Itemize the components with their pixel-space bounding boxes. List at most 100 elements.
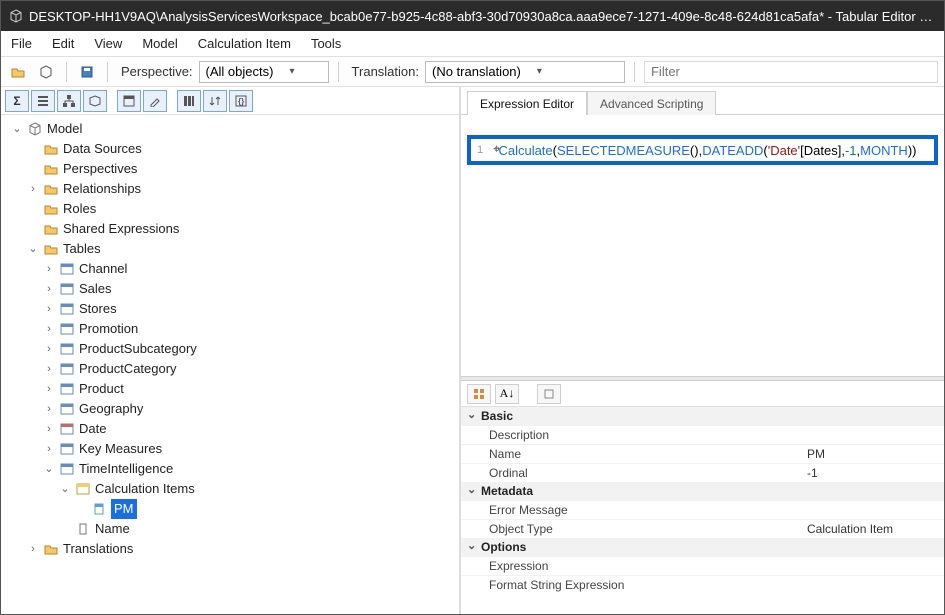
table-icon xyxy=(59,361,75,377)
chevron-down-icon: ▾ xyxy=(537,66,542,77)
menu-file[interactable]: File xyxy=(11,36,32,51)
svg-text:{}: {} xyxy=(238,97,244,106)
prop-description[interactable]: Description xyxy=(461,426,801,444)
tree-table-timeintelligence[interactable]: ⌄TimeIntelligence xyxy=(43,459,457,479)
hierarchy-icon[interactable] xyxy=(57,90,81,112)
translation-value: (No translation) xyxy=(432,64,521,79)
tree-table-date[interactable]: ›Date xyxy=(43,419,457,439)
editor-tabs: Expression Editor Advanced Scripting xyxy=(461,87,944,115)
deploy-icon[interactable] xyxy=(35,61,57,83)
chevron-down-icon: ▾ xyxy=(289,66,294,77)
cube-icon[interactable] xyxy=(83,90,107,112)
tree-table-geography[interactable]: ›Geography xyxy=(43,399,457,419)
prop-ordinal[interactable]: Ordinal xyxy=(461,464,801,482)
date-table-icon xyxy=(59,421,75,437)
cursor-icon: ⌖ xyxy=(493,141,500,157)
column-icon xyxy=(75,521,91,537)
prop-expression[interactable]: Expression xyxy=(461,557,801,575)
tree-roles[interactable]: Roles xyxy=(27,199,457,219)
open-icon[interactable] xyxy=(7,61,29,83)
folder-icon xyxy=(43,241,59,257)
property-pages-icon[interactable] xyxy=(537,384,561,404)
title-bar: DESKTOP-HH1V9AQ\AnalysisServicesWorkspac… xyxy=(1,1,944,31)
folder-icon xyxy=(43,221,59,237)
tree-toolbar: Σ {} xyxy=(1,87,459,115)
property-toolbar: A↓ xyxy=(461,381,944,407)
prop-name[interactable]: Name xyxy=(461,445,801,463)
sort-icon[interactable] xyxy=(203,90,227,112)
tree-table-channel[interactable]: ›Channel xyxy=(43,259,457,279)
translation-dropdown[interactable]: (No translation) ▾ xyxy=(425,61,625,83)
prop-name-value[interactable]: PM xyxy=(801,445,944,463)
tree-tables[interactable]: ⌄Tables xyxy=(27,239,457,259)
cube-icon xyxy=(27,121,43,137)
app-icon xyxy=(9,9,23,23)
line-number: 1 xyxy=(477,144,483,156)
folder-icon xyxy=(43,541,59,557)
list-icon[interactable] xyxy=(31,90,55,112)
tree-table-product[interactable]: ›Product xyxy=(43,379,457,399)
main-toolbar: Perspective: (All objects) ▾ Translation… xyxy=(1,57,944,87)
table-icon xyxy=(59,441,75,457)
table-icon xyxy=(59,321,75,337)
tree-table-stores[interactable]: ›Stores xyxy=(43,299,457,319)
tree-translations[interactable]: ›Translations xyxy=(27,539,457,559)
tree-shared-expressions[interactable]: Shared Expressions xyxy=(27,219,457,239)
tree-calculation-items[interactable]: ⌄Calculation Items xyxy=(59,479,457,499)
menu-bar: File Edit View Model Calculation Item To… xyxy=(1,31,944,57)
menu-tools[interactable]: Tools xyxy=(311,36,341,51)
property-grid[interactable]: Basic Description NamePM Ordinal-1 Metad… xyxy=(461,407,944,614)
alphabetical-icon[interactable]: A↓ xyxy=(495,384,519,404)
perspective-value: (All objects) xyxy=(206,64,274,79)
window-title: DESKTOP-HH1V9AQ\AnalysisServicesWorkspac… xyxy=(29,9,936,24)
tab-expression-editor[interactable]: Expression Editor xyxy=(467,91,587,115)
tree-table-productcategory[interactable]: ›ProductCategory xyxy=(43,359,457,379)
calc-item-icon xyxy=(91,501,107,517)
window-icon[interactable] xyxy=(117,90,141,112)
perspective-dropdown[interactable]: (All objects) ▾ xyxy=(199,61,329,83)
calc-group-icon xyxy=(75,481,91,497)
table-icon xyxy=(59,301,75,317)
tree-table-sales[interactable]: ›Sales xyxy=(43,279,457,299)
table-icon xyxy=(59,461,75,477)
script-icon[interactable]: {} xyxy=(229,90,253,112)
editor-toolbar-hint xyxy=(467,121,938,135)
tree-table-promotion[interactable]: ›Promotion xyxy=(43,319,457,339)
editor-body[interactable] xyxy=(461,169,944,376)
folder-icon xyxy=(43,201,59,217)
tab-advanced-scripting[interactable]: Advanced Scripting xyxy=(587,91,716,115)
table-icon xyxy=(59,281,75,297)
menu-view[interactable]: View xyxy=(94,36,122,51)
menu-model[interactable]: Model xyxy=(142,36,177,51)
expression-editor[interactable]: 1 ⌖ Calculate(SELECTEDMEASURE(), DATEADD… xyxy=(467,135,938,165)
table-icon xyxy=(59,381,75,397)
tree-table-keymeasures[interactable]: ›Key Measures xyxy=(43,439,457,459)
menu-calculation-item[interactable]: Calculation Item xyxy=(198,36,291,51)
folder-icon xyxy=(43,181,59,197)
prop-format-string-expression[interactable]: Format String Expression xyxy=(461,576,801,594)
filter-input[interactable] xyxy=(644,61,938,83)
prop-cat-metadata[interactable]: Metadata xyxy=(461,482,944,500)
prop-cat-options[interactable]: Options xyxy=(461,538,944,556)
tree-column-name[interactable]: Name xyxy=(59,519,457,539)
tree-relationships[interactable]: ›Relationships xyxy=(27,179,457,199)
prop-ordinal-value[interactable]: -1 xyxy=(801,464,944,482)
tree-perspectives[interactable]: Perspectives xyxy=(27,159,457,179)
save-icon[interactable] xyxy=(76,61,98,83)
categorized-icon[interactable] xyxy=(467,384,491,404)
tree-calc-item-pm[interactable]: PM xyxy=(75,499,457,519)
tree-model[interactable]: ⌄Model xyxy=(11,119,457,139)
sigma-icon[interactable]: Σ xyxy=(5,90,29,112)
tree-data-sources[interactable]: Data Sources xyxy=(27,139,457,159)
tree-table-productsubcategory[interactable]: ›ProductSubcategory xyxy=(43,339,457,359)
translation-label: Translation: xyxy=(352,64,419,79)
prop-error-message: Error Message xyxy=(461,501,801,519)
edit-icon[interactable] xyxy=(143,90,167,112)
prop-object-type: Object Type xyxy=(461,520,801,538)
prop-cat-basic[interactable]: Basic xyxy=(461,407,944,425)
menu-edit[interactable]: Edit xyxy=(52,36,74,51)
folder-icon xyxy=(43,141,59,157)
columns-icon[interactable] xyxy=(177,90,201,112)
model-tree[interactable]: ⌄Model Data Sources Perspectives ›Relati… xyxy=(1,115,459,614)
table-icon xyxy=(59,341,75,357)
